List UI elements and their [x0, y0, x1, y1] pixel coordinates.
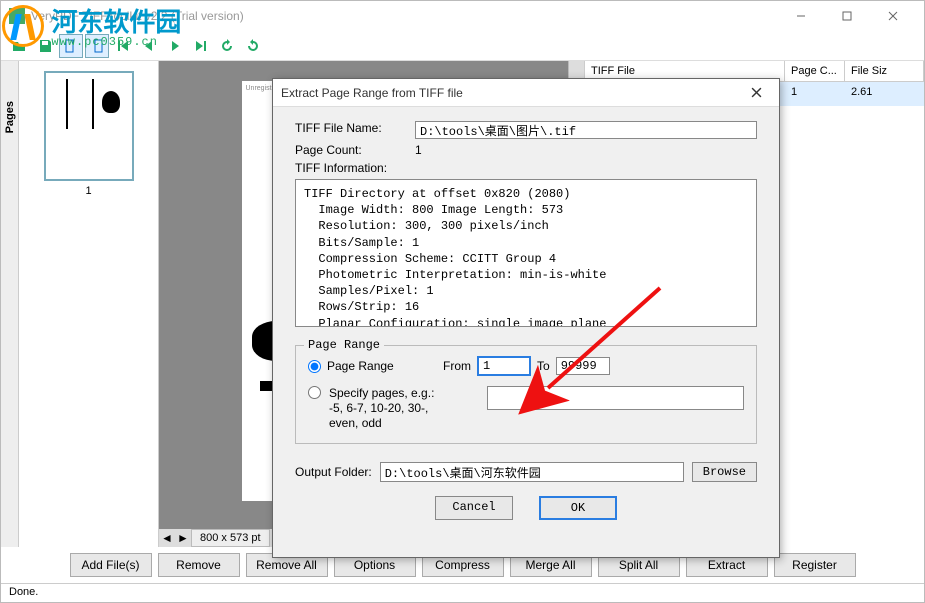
tiff-info-box[interactable]: TIFF Directory at offset 0x820 (2080) Im…	[295, 179, 757, 327]
rotate-right-icon[interactable]	[241, 34, 265, 58]
page-thumbnail[interactable]	[44, 71, 134, 181]
col-page[interactable]: Page C...	[785, 61, 845, 81]
save-icon[interactable]	[33, 34, 57, 58]
toolbar	[1, 31, 924, 61]
file-name-label: TIFF File Name:	[295, 121, 415, 139]
dialog-body: TIFF File Name: Page Count: 1 TIFF Infor…	[273, 107, 779, 530]
ok-button[interactable]: OK	[539, 496, 617, 520]
extract-dialog: Extract Page Range from TIFF file TIFF F…	[272, 78, 780, 558]
output-folder-input[interactable]	[380, 462, 684, 482]
tiff-info-label: TIFF Information:	[295, 161, 415, 175]
specify-pages-input[interactable]	[487, 386, 744, 410]
app-icon	[9, 8, 25, 24]
register-button[interactable]: Register	[774, 553, 856, 577]
thumbnail-panel: 1	[19, 61, 159, 547]
specify-pages-label: Specify pages, e.g.: -5, 6-7, 10-20, 30-…	[329, 386, 479, 431]
add-files-button[interactable]: Add File(s)	[70, 553, 152, 577]
maximize-button[interactable]	[824, 1, 870, 31]
window-title: VeryPDF TIFFToolkit v2.2 (Trial version)	[31, 9, 778, 23]
dialog-titlebar: Extract Page Range from TIFF file	[273, 79, 779, 107]
prev-page-icon[interactable]	[137, 34, 161, 58]
dimensions-label: 800 x 573 pt	[191, 529, 270, 547]
page-range-group: Page Range Page Range From To Specify pa…	[295, 345, 757, 444]
from-input[interactable]	[477, 356, 531, 376]
close-button[interactable]	[870, 1, 916, 31]
browse-button[interactable]: Browse	[692, 462, 757, 482]
page-range-radio-label: Page Range	[327, 359, 437, 373]
dialog-title: Extract Page Range from TIFF file	[281, 86, 741, 100]
cancel-button[interactable]: Cancel	[435, 496, 513, 520]
output-folder-label: Output Folder:	[295, 465, 372, 479]
col-size[interactable]: File Siz	[845, 61, 924, 81]
page-count-label: Page Count:	[295, 143, 415, 157]
first-page-icon[interactable]	[111, 34, 135, 58]
dialog-close-button[interactable]	[741, 80, 771, 106]
status-bar: Done.	[1, 583, 924, 603]
pages-tab[interactable]: Pages	[1, 61, 19, 547]
remove-button[interactable]: Remove	[158, 553, 240, 577]
page-range-radio[interactable]	[308, 360, 321, 373]
open-icon[interactable]	[7, 34, 31, 58]
minimize-button[interactable]	[778, 1, 824, 31]
thumbnail-page-number: 1	[85, 185, 91, 197]
last-page-icon[interactable]	[189, 34, 213, 58]
file-name-field[interactable]	[415, 121, 757, 139]
to-input[interactable]	[556, 357, 610, 375]
page-left-icon[interactable]	[59, 34, 83, 58]
next-page-icon[interactable]	[163, 34, 187, 58]
group-title: Page Range	[304, 338, 384, 352]
page-right-icon[interactable]	[85, 34, 109, 58]
from-label: From	[443, 359, 471, 373]
titlebar: VeryPDF TIFFToolkit v2.2 (Trial version)	[1, 1, 924, 31]
page-count-value: 1	[415, 143, 757, 157]
to-label: To	[537, 359, 550, 373]
rotate-left-icon[interactable]	[215, 34, 239, 58]
specify-pages-radio[interactable]	[308, 386, 321, 399]
